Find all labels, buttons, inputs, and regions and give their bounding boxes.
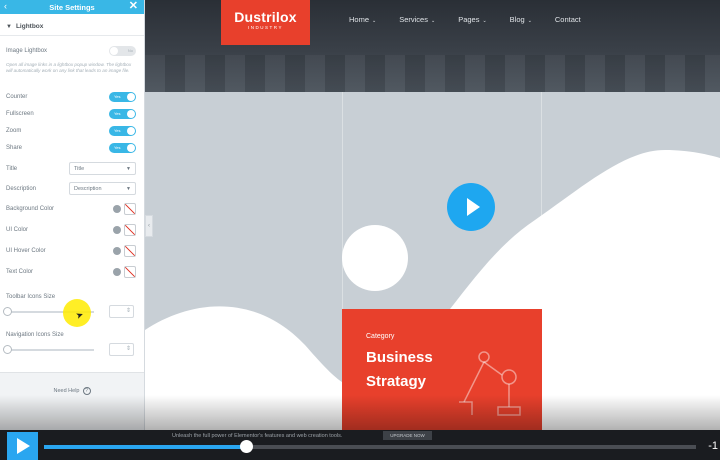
color-control bbox=[113, 203, 136, 215]
setting-label: Background Color bbox=[6, 206, 55, 212]
setting-label: UI Hover Color bbox=[6, 248, 46, 254]
image-lightbox-description: Open all image links in a lightbox popup… bbox=[6, 62, 132, 74]
navigation-icons-size-label: Navigation Icons Size bbox=[6, 332, 64, 338]
setting-fullscreen: Fullscreen Yes bbox=[6, 109, 136, 119]
setting-label: Zoom bbox=[6, 128, 22, 134]
zoom-toggle[interactable]: Yes bbox=[109, 126, 136, 136]
setting-description: Description Description ▼ bbox=[6, 182, 136, 195]
help-icon: ? bbox=[82, 387, 91, 395]
select-value: Description bbox=[74, 185, 102, 192]
need-help-link[interactable]: Need Help? bbox=[0, 387, 144, 395]
upgrade-now-button[interactable]: UPGRADE NOW bbox=[383, 431, 432, 440]
image-lightbox-toggle[interactable]: No bbox=[109, 46, 136, 56]
color-swatch[interactable] bbox=[124, 266, 136, 278]
slider-handle[interactable] bbox=[3, 345, 12, 354]
time-remaining: -1 bbox=[708, 440, 718, 452]
color-control bbox=[113, 245, 136, 257]
globe-icon[interactable] bbox=[113, 247, 121, 255]
setting-label: Image Lightbox bbox=[6, 48, 48, 54]
toolbar-icons-size-label: Toolbar Icons Size bbox=[6, 294, 56, 300]
slider-handle[interactable] bbox=[3, 307, 12, 316]
setting-label: Share bbox=[6, 145, 23, 151]
player-play-button[interactable] bbox=[7, 432, 38, 460]
video-frame: Dustrilox INDUSTRY Home ⌄ Services ⌄ Pages… bbox=[0, 0, 720, 460]
caret-down-icon: ▼ bbox=[6, 23, 12, 30]
section-title: Lightbox bbox=[15, 23, 44, 30]
need-help-label: Need Help bbox=[53, 388, 80, 394]
setting-label: Text Color bbox=[6, 269, 34, 275]
title-select[interactable]: Title ▼ bbox=[69, 162, 136, 175]
slider-track[interactable] bbox=[6, 349, 94, 351]
setting-title: Title Title ▼ bbox=[6, 162, 136, 175]
caret-down-icon: ▼ bbox=[126, 165, 131, 172]
fullscreen-toggle[interactable]: Yes bbox=[109, 109, 136, 119]
description-select[interactable]: Description ▼ bbox=[69, 182, 136, 195]
toolbar-icons-size-input[interactable] bbox=[109, 305, 134, 318]
setting-label: Counter bbox=[6, 94, 28, 100]
counter-toggle[interactable]: Yes bbox=[109, 92, 136, 102]
color-control bbox=[113, 266, 136, 278]
setting-image-lightbox: Image Lightbox No bbox=[6, 46, 136, 56]
share-toggle[interactable]: Yes bbox=[109, 143, 136, 153]
color-swatch[interactable] bbox=[124, 224, 136, 236]
setting-text-color: Text Color bbox=[6, 266, 136, 278]
panel-header: ‹ Site Settings ✕ bbox=[0, 0, 144, 14]
color-swatch[interactable] bbox=[124, 203, 136, 215]
color-control bbox=[113, 224, 136, 236]
back-arrow-icon[interactable]: ‹ bbox=[4, 1, 7, 11]
select-value: Title bbox=[74, 165, 85, 172]
setting-background-color: Background Color bbox=[6, 203, 136, 215]
globe-icon[interactable] bbox=[113, 268, 121, 276]
close-icon[interactable]: ✕ bbox=[129, 0, 138, 13]
caret-down-icon: ▼ bbox=[126, 185, 131, 192]
video-progress-bar[interactable] bbox=[44, 440, 696, 453]
navigation-icons-size-input[interactable] bbox=[109, 343, 134, 356]
player-gradient bbox=[0, 395, 720, 435]
play-video-button[interactable] bbox=[447, 183, 495, 231]
progress-fill bbox=[44, 445, 247, 449]
section-lightbox[interactable]: ▼ Lightbox bbox=[0, 18, 144, 36]
setting-label: UI Color bbox=[6, 227, 29, 233]
panel-title: Site Settings bbox=[49, 2, 95, 12]
setting-ui-color: UI Color bbox=[6, 224, 136, 236]
navigation-icons-size-slider[interactable] bbox=[3, 343, 134, 356]
website-preview: Dustrilox INDUSTRY Home ⌄ Services ⌄ Pages… bbox=[145, 0, 720, 430]
setting-ui-hover-color: UI Hover Color bbox=[6, 245, 136, 257]
setting-share: Share Yes bbox=[6, 143, 136, 153]
setting-zoom: Zoom Yes bbox=[6, 126, 136, 136]
promo-text: Unleash the full power of Elementor's fe… bbox=[172, 433, 343, 439]
site-settings-panel: ‹ Site Settings ✕ ▼ Lightbox Image Light… bbox=[0, 0, 145, 430]
setting-label: Fullscreen bbox=[6, 111, 34, 117]
setting-label: Title bbox=[6, 165, 18, 172]
globe-icon[interactable] bbox=[113, 226, 121, 234]
color-swatch[interactable] bbox=[124, 245, 136, 257]
setting-label: Description bbox=[6, 185, 37, 192]
card-category: Category bbox=[366, 333, 395, 340]
globe-icon[interactable] bbox=[113, 205, 121, 213]
setting-counter: Counter Yes bbox=[6, 92, 136, 102]
collapse-panel-handle[interactable]: ‹ bbox=[145, 215, 153, 237]
